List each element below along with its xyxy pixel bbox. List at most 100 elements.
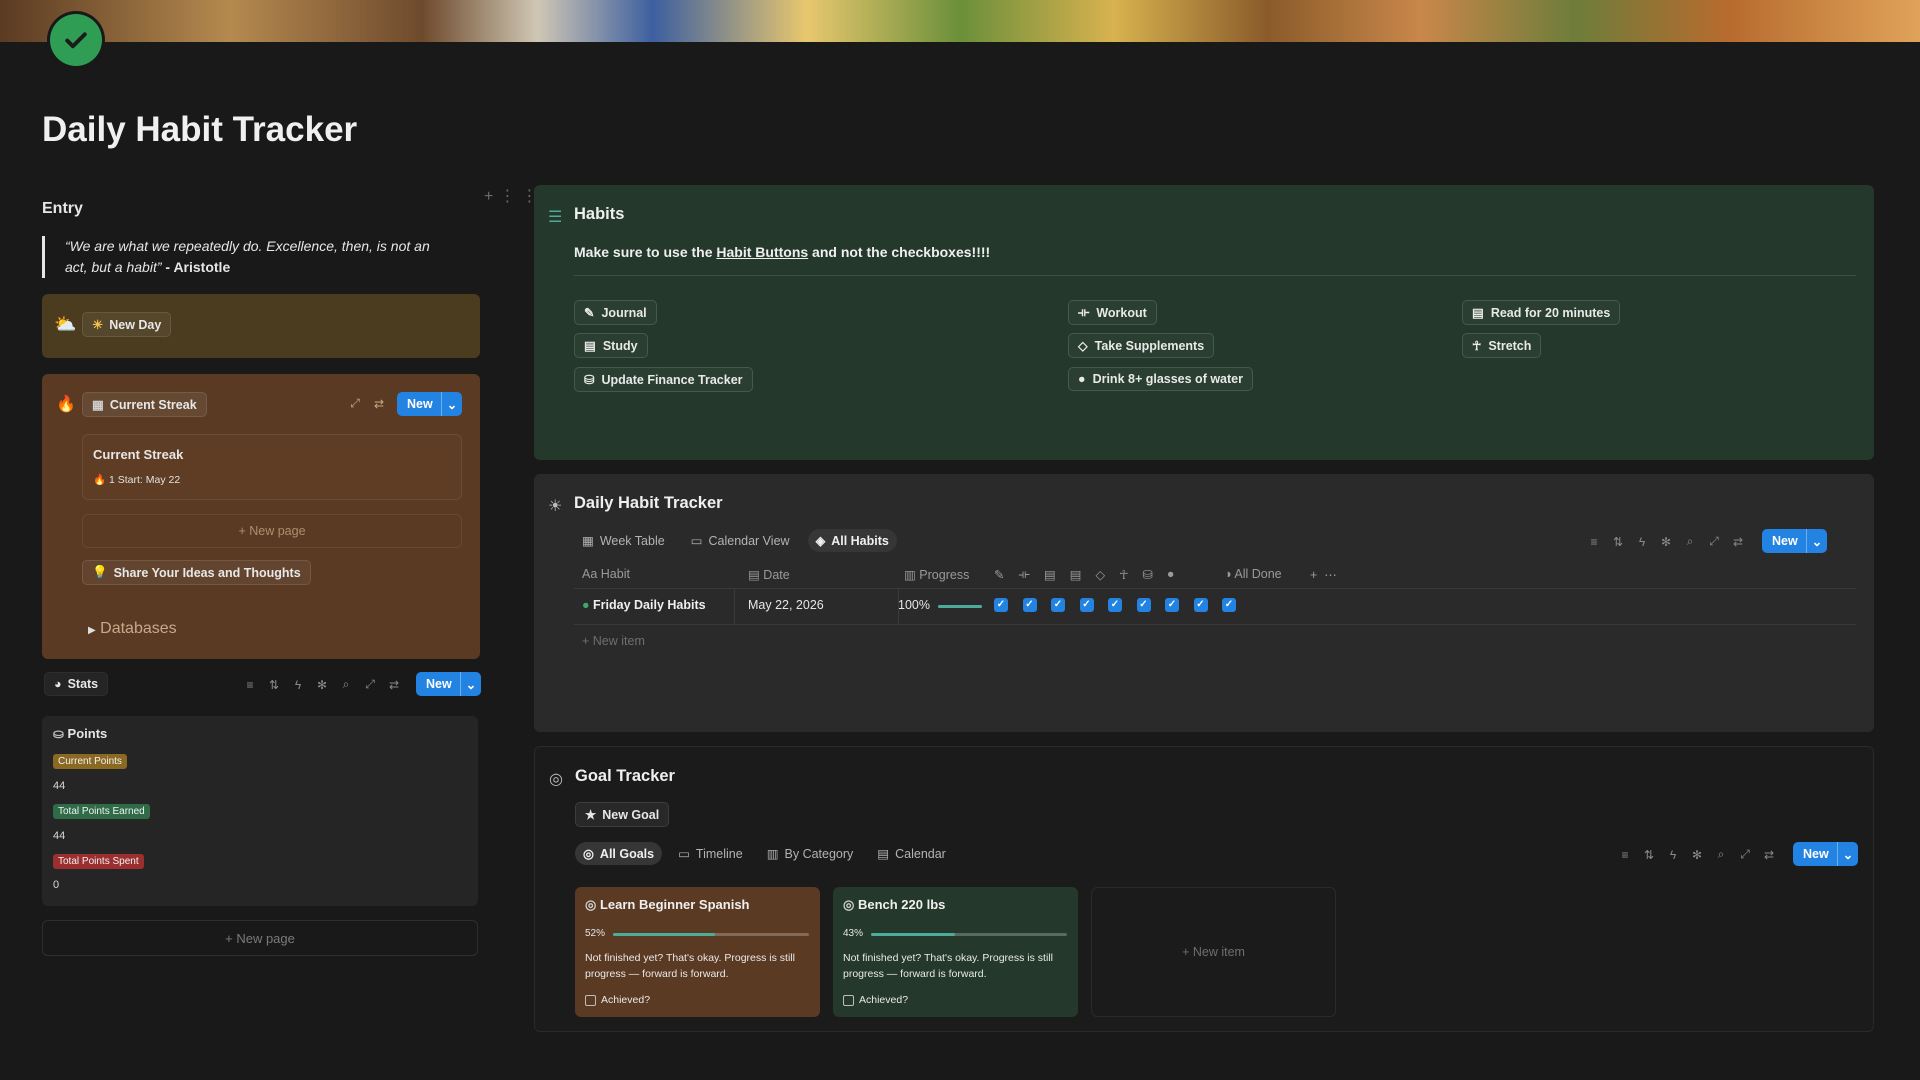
book-icon[interactable]: ▤	[1070, 567, 1082, 582]
water-button[interactable]: ● Drink 8+ glasses of water	[1068, 367, 1253, 391]
study-button[interactable]: ▤ Study	[574, 333, 648, 358]
goal-card-title: Learn Beginner Spanish	[599, 897, 750, 912]
settings-icon[interactable]: ⇄	[1762, 848, 1776, 862]
star-icon: ★	[585, 808, 597, 822]
table-icon: ▦	[582, 534, 594, 548]
read-button[interactable]: ▤ Read for 20 minutes	[1462, 300, 1621, 325]
chevron-down-icon[interactable]: ⌄	[1805, 529, 1827, 553]
goal-card-bench[interactable]: ◎ Bench 220 lbs 43% Not finished yet? Th…	[833, 887, 1078, 1017]
page-title: Daily Habit Tracker	[42, 110, 358, 149]
expand-icon[interactable]: ⤢	[348, 396, 362, 411]
settings-icon[interactable]: ⇄	[372, 397, 386, 411]
expand-icon[interactable]: ⤢	[363, 677, 377, 692]
book-icon: ▤	[1472, 306, 1484, 320]
habit-checkbox[interactable]: ✓	[1165, 598, 1179, 612]
pill-icon[interactable]: ◇	[1095, 567, 1105, 582]
search-icon[interactable]: ⌕	[339, 677, 353, 692]
points-card[interactable]: ⛀ Points Current Points 44 Total Points …	[42, 716, 478, 906]
lightning-icon[interactable]: ϟ	[291, 678, 305, 692]
dumbbell-icon[interactable]: ⟛	[1018, 567, 1029, 582]
total-earned-value: 44	[53, 830, 66, 842]
new-day-button[interactable]: ☀ New Day	[82, 312, 172, 337]
tab-timeline[interactable]: ▭ Timeline	[670, 842, 751, 865]
databases-toggle[interactable]: ▶ Databases	[88, 620, 177, 638]
share-ideas-button[interactable]: 💡 Share Your Ideas and Thoughts	[82, 560, 311, 585]
automation-icon[interactable]: ✻	[1690, 848, 1704, 862]
checkbox-icon[interactable]	[843, 994, 854, 1006]
automation-icon[interactable]: ✻	[315, 678, 329, 692]
goal-new-button[interactable]: New ⌄	[1793, 842, 1859, 866]
new-page-button[interactable]: + New page	[42, 920, 478, 956]
col-all-done[interactable]: ◑ All Done	[1224, 567, 1282, 581]
tracker-title: Daily Habit Tracker	[574, 494, 723, 512]
money-icon[interactable]: ⛁	[1142, 567, 1152, 582]
achieved-checkbox[interactable]: Achieved?	[585, 992, 650, 1008]
col-habit[interactable]: Aa Habit	[582, 567, 630, 581]
tab-calendar-label: Calendar	[895, 846, 946, 861]
habit-checkbox[interactable]: ✓	[1079, 598, 1094, 612]
habit-checkbox[interactable]: ✓	[1051, 598, 1065, 612]
drop-icon[interactable]: ●	[1167, 567, 1175, 582]
sort-icon[interactable]: ⇅	[1611, 535, 1625, 549]
settings-icon[interactable]: ⇄	[387, 678, 401, 692]
achieved-checkbox[interactable]: Achieved?	[843, 992, 908, 1008]
tab-calendar[interactable]: ▤ Calendar	[869, 842, 954, 865]
tab-by-category[interactable]: ▥ By Category	[759, 842, 862, 865]
col-date[interactable]: ▤ Date	[748, 567, 790, 582]
filter-icon[interactable]: ≡	[1618, 848, 1632, 862]
add-column-icon[interactable]: + ⋯	[1310, 567, 1337, 582]
stats-new-button[interactable]: New ⌄	[416, 672, 482, 696]
chevron-down-icon[interactable]: ⌄	[1836, 842, 1858, 866]
habit-checkbox[interactable]: ✓	[1193, 598, 1208, 612]
current-streak-view-tab[interactable]: ▦ Current Streak	[82, 392, 207, 417]
expand-icon[interactable]: ⤢	[1707, 534, 1721, 549]
filter-icon[interactable]: ≡	[243, 678, 257, 692]
habit-checkbox[interactable]: ✓	[1222, 598, 1236, 612]
automation-icon[interactable]: ✻	[1659, 535, 1673, 549]
habit-checkbox[interactable]: ✓	[1022, 598, 1037, 612]
filter-icon[interactable]: ≡	[1587, 535, 1601, 549]
stats-view-tab[interactable]: ◕ Stats	[44, 672, 109, 696]
lightning-icon[interactable]: ϟ	[1666, 848, 1680, 862]
cover-image[interactable]	[0, 0, 1920, 42]
streak-new-button[interactable]: New ⌄	[397, 392, 463, 416]
book-icon[interactable]: ▤	[1044, 567, 1056, 582]
habit-checkbox[interactable]: ✓	[1108, 598, 1122, 612]
chevron-down-icon[interactable]: ⌄	[440, 392, 462, 416]
expand-icon[interactable]: ⤢	[1738, 847, 1752, 862]
streak-card[interactable]: Current Streak 🔥 1 Start: May 22	[82, 434, 462, 500]
pencil-icon[interactable]: ✎	[994, 567, 1004, 582]
person-icon[interactable]: ☥	[1119, 567, 1128, 582]
goal-new-item[interactable]: + New item	[1091, 887, 1336, 1017]
lightning-icon[interactable]: ϟ	[1635, 535, 1649, 549]
habit-buttons-link[interactable]: Habit Buttons	[716, 244, 808, 260]
search-icon[interactable]: ⌕	[1714, 847, 1728, 862]
goal-card-spanish[interactable]: ◎ Learn Beginner Spanish 52% Not finishe…	[575, 887, 820, 1017]
streak-new-page[interactable]: + New page	[82, 514, 462, 548]
col-progress[interactable]: ▥ Progress	[904, 567, 969, 582]
new-goal-button[interactable]: ★ New Goal	[575, 802, 670, 827]
settings-icon[interactable]: ⇄	[1731, 535, 1745, 549]
total-spent-row: Total Points Spent	[53, 852, 144, 869]
table-row[interactable]: ● Friday Daily Habits	[582, 598, 706, 612]
tab-week-table[interactable]: ▦ Week Table	[574, 529, 673, 552]
habit-checkbox[interactable]: ✓	[1136, 598, 1151, 612]
new-item-button[interactable]: + New item	[582, 634, 645, 648]
tab-all-goals[interactable]: ◎ All Goals	[575, 842, 663, 865]
workout-button[interactable]: ⟛ Workout	[1068, 300, 1157, 325]
chevron-down-icon[interactable]: ⌄	[459, 672, 481, 696]
sort-icon[interactable]: ⇅	[1642, 848, 1656, 862]
search-icon[interactable]: ⌕	[1683, 534, 1697, 549]
check-circle-icon[interactable]	[50, 14, 102, 66]
sort-icon[interactable]: ⇅	[267, 678, 281, 692]
habit-checkbox[interactable]: ✓	[994, 598, 1008, 612]
journal-button[interactable]: ✎ Journal	[574, 300, 657, 325]
tab-calendar-view[interactable]: ▭ Calendar View	[683, 529, 798, 552]
supplements-button[interactable]: ◇ Take Supplements	[1068, 333, 1215, 358]
checkbox-icon[interactable]	[585, 994, 596, 1006]
tracker-new-button[interactable]: New ⌄	[1762, 529, 1828, 553]
target-icon: ◎	[583, 847, 594, 861]
stretch-button[interactable]: ☥ Stretch	[1462, 333, 1542, 358]
finance-button[interactable]: ⛁ Update Finance Tracker	[574, 367, 753, 392]
tab-all-habits[interactable]: ◈ All Habits	[807, 529, 897, 552]
